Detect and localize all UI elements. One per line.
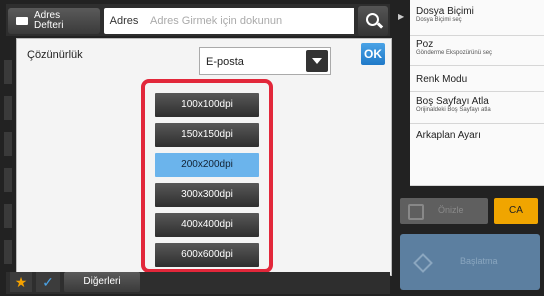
left-edge-tab [4,96,12,120]
panel-item-title: Arkaplan Ayarı [416,130,481,141]
search-button[interactable] [358,6,388,36]
ok-button[interactable]: OK [361,43,385,65]
panel-item-subtitle: Dosya Biçimi seç [416,17,462,23]
start-icon [413,253,433,273]
others-button[interactable]: Diğerleri [64,272,140,292]
destination-select[interactable]: E-posta [199,47,331,75]
resolution-option[interactable]: 600x600dpi [155,243,259,267]
panel-item-subtitle: Gönderme Ekspozürünü seç [416,50,493,56]
chevron-down-icon[interactable] [306,50,328,72]
preview-label: Önizle [438,205,464,215]
address-book-icon [16,17,28,25]
left-edge-tab [4,204,12,228]
screen-frame: Adres Defteri Adres Adres Girmek için do… [0,0,544,296]
panel-item-title: Boş Sayfayı Atla [416,96,489,107]
resolution-option[interactable]: 400x400dpi [155,213,259,237]
preview-icon [408,204,424,220]
panel-item-background[interactable]: Arkaplan Ayarı [410,124,544,186]
expand-right-icon[interactable]: ▶ [398,12,404,21]
panel-item-skip-blank[interactable]: Boş Sayfayı Atla Orijinaldeki Boş Sayfay… [410,92,544,124]
checkmark-icon[interactable]: ✓ [36,272,60,292]
clear-all-button[interactable]: CA [494,198,538,224]
destination-select-value: E-posta [206,56,244,68]
star-icon[interactable]: ★ [10,272,32,292]
right-panel: Dosya Biçimi Dosya Biçimi seç Poz Gönder… [410,0,544,190]
resolution-option[interactable]: 100x100dpi [155,93,259,117]
address-input[interactable]: Adres Girmek için dokunun [144,8,354,34]
panel-item-exposure[interactable]: Poz Gönderme Ekspozürünü seç [410,36,544,66]
left-edge-tab [4,132,12,156]
panel-item-title: Poz [416,39,434,50]
panel-item-title: Dosya Biçimi [416,6,474,17]
resolution-option[interactable]: 300x300dpi [155,183,259,207]
start-label: Başlatma [460,256,498,266]
preview-button[interactable]: Önizle [400,198,488,224]
address-book-button[interactable]: Adres Defteri [8,8,100,34]
start-button[interactable]: Başlatma [400,234,540,290]
panel-item-color-mode[interactable]: Renk Modu [410,66,544,92]
left-edge-tab [4,240,12,264]
panel-item-subtitle: Orijinaldeki Boş Sayfayı atla [416,107,491,113]
left-edge-tab [4,60,12,84]
address-book-label: Adres Defteri [34,10,64,31]
resolution-option[interactable]: 150x150dpi [155,123,259,147]
panel-item-title: Renk Modu [416,74,468,85]
left-edge-tab [4,168,12,192]
resolution-options-box: 100x100dpi 150x150dpi 200x200dpi 300x300… [141,79,273,273]
address-tab[interactable]: Adres [104,8,144,34]
panel-item-file-format[interactable]: Dosya Biçimi Dosya Biçimi seç [410,0,544,36]
search-icon-handle [376,22,384,29]
resolution-label: Çözünürlük [27,49,83,61]
resolution-dialog: Çözünürlük E-posta OK 100x100dpi 150x150… [16,38,392,276]
resolution-option-selected[interactable]: 200x200dpi [155,153,259,177]
